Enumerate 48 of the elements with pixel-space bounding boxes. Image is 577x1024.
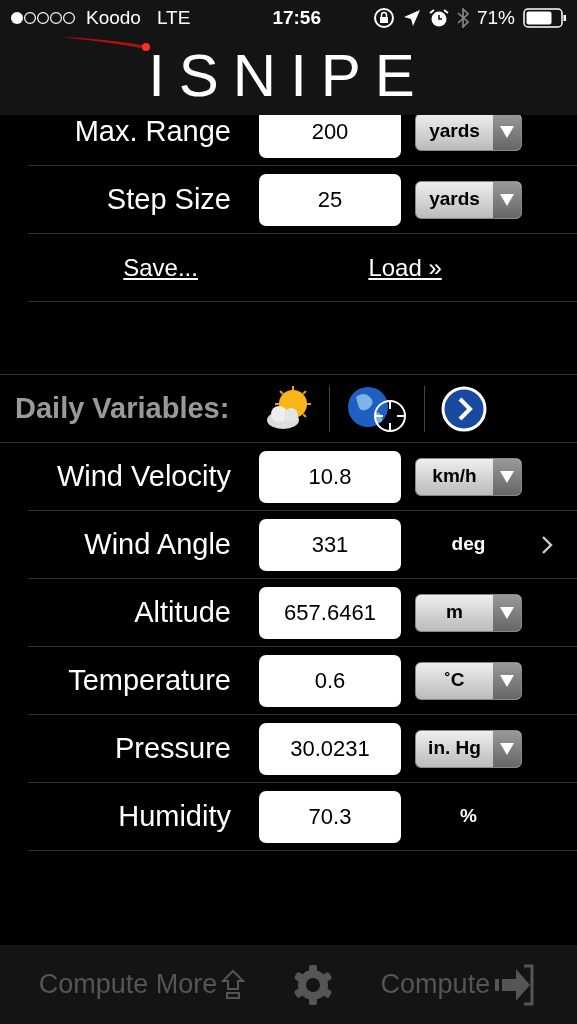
- unit-dropdown[interactable]: km/h: [415, 457, 522, 496]
- field-label: Max. Range: [73, 115, 232, 149]
- link[interactable]: Save...: [123, 249, 198, 286]
- value-field[interactable]: 331: [259, 518, 401, 571]
- location-arrow-icon: [402, 9, 421, 27]
- field-label: Altitude: [133, 594, 232, 630]
- alarm-clock-icon: [428, 8, 449, 28]
- unit-label: deg: [450, 532, 487, 557]
- clock: 17:56: [272, 5, 321, 30]
- rotation-lock-icon: [372, 7, 395, 29]
- network-type: LTE: [156, 5, 191, 30]
- dropdown-arrow-icon: [499, 469, 515, 484]
- globe-crosshair-icon[interactable]: [346, 384, 409, 433]
- section-title: Daily Variables:: [15, 390, 230, 426]
- carrier-name: Koodo: [86, 5, 141, 30]
- field-label: Wind Angle: [83, 526, 232, 562]
- field-label: Temperature: [67, 662, 232, 698]
- field-label: Pressure: [113, 730, 232, 766]
- field-label: Wind Velocity: [55, 458, 232, 494]
- value-field[interactable]: 10.8: [259, 450, 401, 503]
- value-field[interactable]: 657.6461: [259, 586, 401, 639]
- bluetooth-icon: [456, 8, 469, 28]
- unit-dropdown[interactable]: in. Hg: [415, 729, 522, 768]
- signal-icon: [10, 11, 78, 25]
- dropdown-arrow-icon: [499, 192, 515, 207]
- chevron-right-icon[interactable]: [541, 535, 553, 556]
- upload-arrow-icon: [221, 968, 246, 1001]
- field-label: Step Size: [105, 181, 232, 217]
- weather-icon[interactable]: [265, 385, 314, 432]
- value-field[interactable]: 200: [259, 115, 401, 158]
- battery-icon: [523, 8, 567, 28]
- unit-label: %: [459, 804, 478, 829]
- link[interactable]: Load »: [368, 249, 442, 286]
- dropdown-arrow-icon: [499, 741, 515, 756]
- field-label: Humidity: [117, 798, 232, 834]
- app-logo: ISNIPE: [148, 45, 429, 106]
- value-field[interactable]: 70.3: [259, 790, 401, 843]
- dropdown-arrow-icon: [499, 124, 515, 139]
- value-field[interactable]: 30.0231: [259, 722, 401, 775]
- unit-dropdown[interactable]: yards: [415, 180, 522, 219]
- unit-dropdown[interactable]: m: [415, 593, 522, 632]
- value-field[interactable]: 0.6: [259, 654, 401, 707]
- unit-dropdown[interactable]: yards: [415, 115, 522, 151]
- dropdown-arrow-icon: [499, 605, 515, 620]
- value-field[interactable]: 25: [259, 173, 401, 226]
- battery-percentage: 71%: [476, 5, 515, 30]
- unit-dropdown[interactable]: ˚C: [415, 661, 522, 700]
- dropdown-arrow-icon: [499, 673, 515, 688]
